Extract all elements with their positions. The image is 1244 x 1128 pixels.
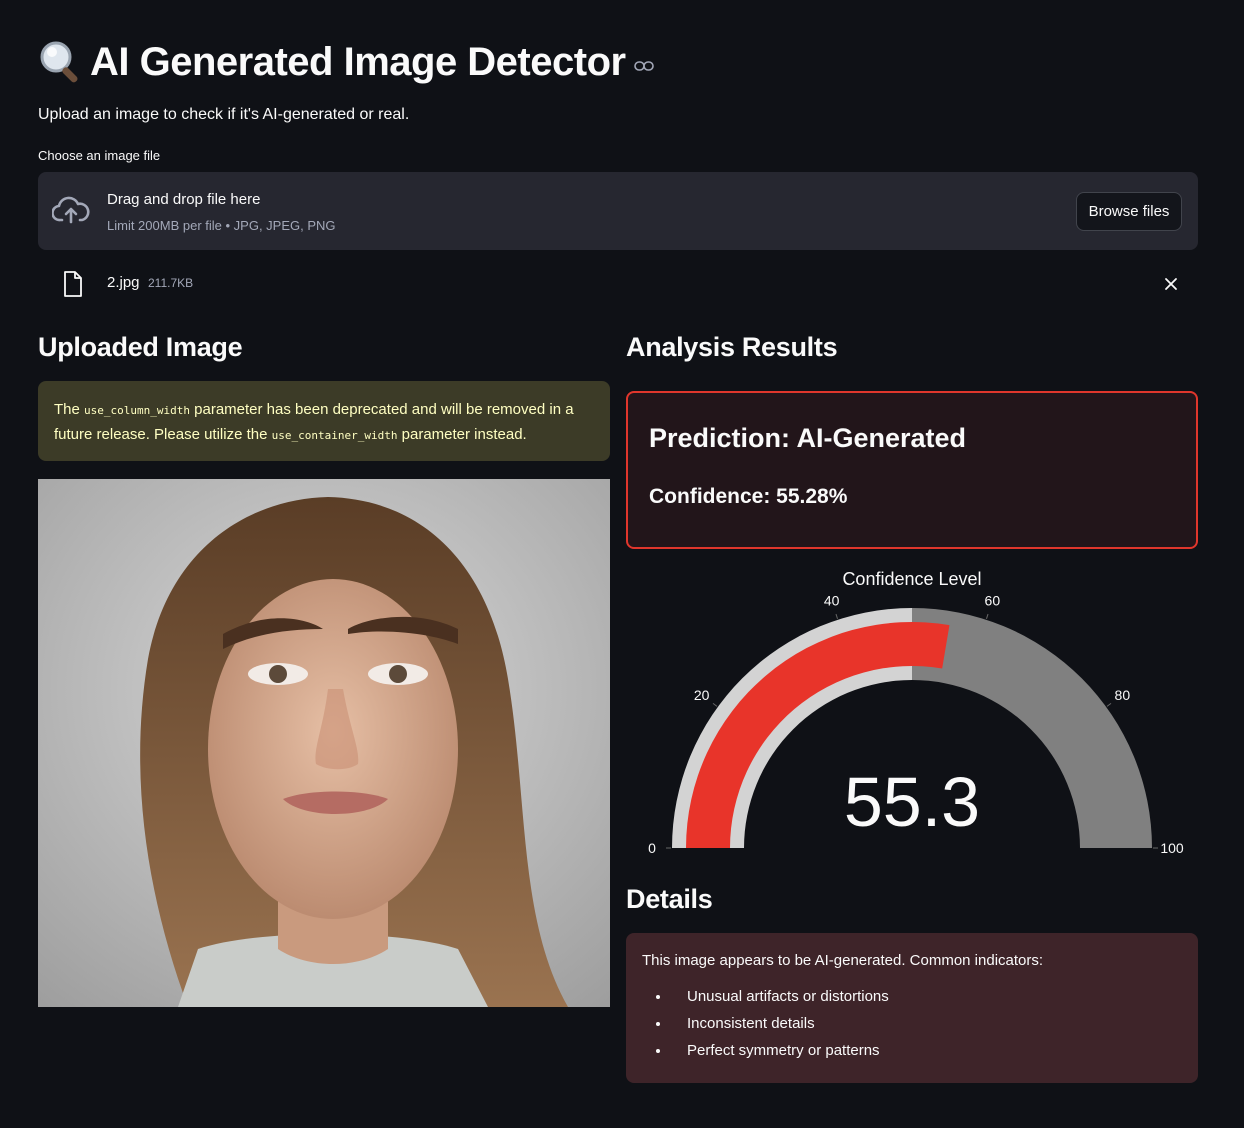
file-icon — [64, 271, 82, 297]
analysis-results-heading: Analysis Results — [626, 332, 838, 362]
uploaded-image-heading: Uploaded Image — [38, 332, 243, 362]
deprecation-warning: The use_column_width parameter has been … — [38, 381, 610, 461]
uploaded-file-row: 2.jpg 211.7KB — [38, 264, 1198, 304]
gauge-title: Confidence Level — [842, 569, 981, 589]
gauge-tick-label: 40 — [824, 593, 840, 609]
dropzone-title: Drag and drop file here — [107, 191, 261, 208]
close-icon[interactable] — [1162, 275, 1180, 293]
link-icon[interactable] — [633, 60, 654, 72]
page-title: AI Generated Image Detector — [90, 39, 626, 84]
gauge-tick — [835, 613, 839, 619]
file-name: 2.jpg — [107, 274, 140, 291]
prediction-card: Prediction: AI-Generated Confidence: 55.… — [626, 391, 1198, 549]
prediction-label: Prediction: AI-Generated — [649, 423, 967, 453]
page-subtitle: Upload an image to check if it's AI-gene… — [38, 106, 410, 123]
list-item: Inconsistent details — [671, 1010, 1182, 1037]
list-item: Unusual artifacts or distortions — [671, 983, 1182, 1010]
magnifier-icon — [40, 41, 78, 83]
page-header: AI Generated Image Detector — [38, 34, 654, 90]
file-size: 211.7KB — [148, 276, 194, 290]
gauge-tick-label: 20 — [694, 687, 710, 703]
details-intro: This image appears to be AI-generated. C… — [642, 952, 1044, 969]
uploaded-image — [38, 479, 610, 1007]
confidence-label: Confidence: 55.28% — [649, 485, 848, 508]
gauge-tick — [1106, 703, 1112, 707]
browse-files-button[interactable]: Browse files — [1076, 192, 1182, 231]
details-heading: Details — [626, 884, 713, 914]
uploader-label: Choose an image file — [38, 148, 161, 163]
warning-text-1: The — [54, 401, 85, 418]
list-item: Perfect symmetry or patterns — [671, 1037, 1182, 1064]
gauge-tick-label: 100 — [1160, 840, 1184, 856]
details-card: This image appears to be AI-generated. C… — [626, 933, 1198, 1083]
gauge-tick — [985, 613, 989, 619]
gauge-tick-label: 80 — [1115, 687, 1131, 703]
file-dropzone[interactable]: Drag and drop file here Limit 200MB per … — [38, 172, 1198, 250]
cloud-upload-icon — [52, 196, 90, 224]
gauge-tick — [712, 703, 718, 707]
confidence-gauge: Confidence Level 0 20 40 60 80 100 55.3 — [648, 569, 1184, 856]
warning-code-2: use_container_width — [271, 429, 398, 442]
warning-code-1: use_column_width — [84, 404, 190, 417]
gauge-tick-label: 0 — [648, 840, 656, 856]
warning-text-3: parameter instead. — [397, 426, 527, 443]
gauge-value: 55.3 — [844, 763, 980, 841]
dropzone-limit: Limit 200MB per file • JPG, JPEG, PNG — [107, 218, 336, 233]
gauge-tick-label: 60 — [985, 593, 1001, 609]
details-list: Unusual artifacts or distortions Inconsi… — [642, 983, 1182, 1064]
